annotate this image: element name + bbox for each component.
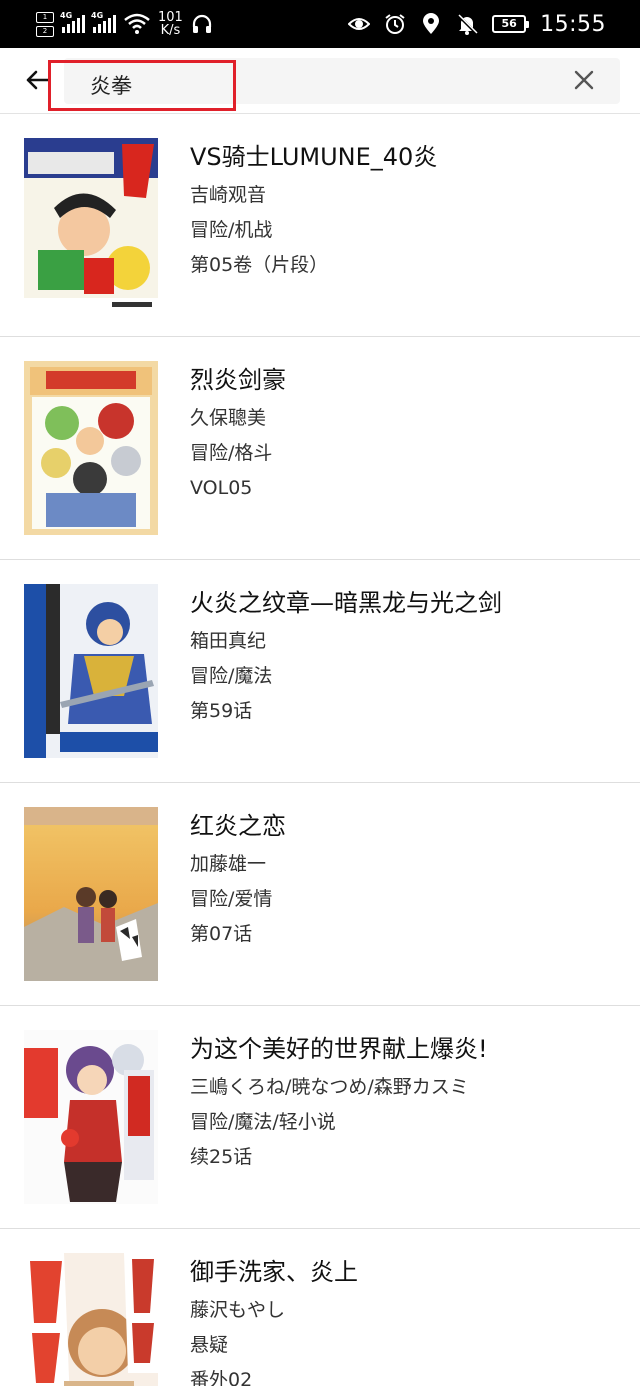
search-query-highlight bbox=[48, 60, 236, 111]
result-item[interactable]: 烈炎剑豪 久保聰美 冒险/格斗 VOL05 bbox=[0, 337, 640, 560]
status-bar-left: 1 2 4G 4G 101 K/s bbox=[36, 8, 213, 40]
search-header: 炎拳 bbox=[0, 48, 640, 114]
manga-cover-mitarai-icon[interactable] bbox=[24, 1253, 158, 1386]
net-speed: 101 K/s bbox=[158, 11, 183, 37]
search-results-list: VS骑士LUMUNE_40炎 吉崎观音 冒险/机战 第05卷（片段） 烈炎剑豪 … bbox=[0, 114, 640, 1386]
network-type-2: 4G bbox=[91, 11, 104, 20]
close-icon bbox=[574, 70, 594, 90]
result-info: 御手洗家、炎上 藤沢もやし 悬疑 番外02 bbox=[190, 1257, 620, 1386]
result-chapter: VOL05 bbox=[190, 477, 253, 499]
result-info: VS骑士LUMUNE_40炎 吉崎观音 冒险/机战 第05卷（片段） bbox=[190, 142, 620, 277]
result-info: 烈炎剑豪 久保聰美 冒险/格斗 VOL05 bbox=[190, 365, 620, 500]
signal-strength-2-icon: 4G bbox=[91, 11, 116, 33]
result-info: 红炎之恋 加藤雄一 冒险/爱情 第07话 bbox=[190, 811, 620, 946]
result-chapter: 第07话 bbox=[190, 923, 253, 945]
sim-2-icon: 2 bbox=[36, 25, 54, 37]
result-title[interactable]: 为这个美好的世界献上爆炎! bbox=[190, 1034, 620, 1064]
result-item[interactable]: 为这个美好的世界献上爆炎! 三嶋くろね/暁なつめ/森野カスミ 冒险/魔法/轻小说… bbox=[0, 1006, 640, 1229]
result-info: 为这个美好的世界献上爆炎! 三嶋くろね/暁なつめ/森野カスミ 冒险/魔法/轻小说… bbox=[190, 1034, 620, 1169]
result-genre: 冒险/机战 bbox=[190, 219, 273, 241]
result-title[interactable]: 烈炎剑豪 bbox=[190, 365, 620, 395]
manga-cover-vs-knight-icon[interactable] bbox=[24, 138, 158, 312]
wifi-icon bbox=[124, 13, 150, 34]
result-title[interactable]: VS骑士LUMUNE_40炎 bbox=[190, 142, 620, 172]
manga-cover-rekka-icon[interactable] bbox=[24, 361, 158, 535]
result-title[interactable]: 火炎之纹章—暗黑龙与光之剑 bbox=[190, 588, 620, 618]
result-title[interactable]: 御手洗家、炎上 bbox=[190, 1257, 620, 1287]
search-query-text[interactable]: 炎拳 bbox=[90, 70, 132, 100]
manga-cover-red-flame-icon[interactable] bbox=[24, 807, 158, 981]
result-item[interactable]: VS骑士LUMUNE_40炎 吉崎观音 冒险/机战 第05卷（片段） bbox=[0, 114, 640, 337]
battery-icon: 56 bbox=[492, 15, 530, 33]
result-chapter: 番外02 bbox=[190, 1369, 253, 1386]
result-author: 藤沢もやし bbox=[190, 1299, 286, 1321]
result-genre: 冒险/魔法 bbox=[190, 665, 273, 687]
network-type-1: 4G bbox=[60, 11, 73, 20]
result-genre: 冒险/爱情 bbox=[190, 888, 273, 910]
sim-indicators: 1 2 bbox=[36, 11, 54, 37]
sim-1-icon: 1 bbox=[36, 11, 54, 23]
result-author: 箱田真纪 bbox=[190, 630, 267, 652]
result-author: 久保聰美 bbox=[190, 407, 267, 429]
headset-icon bbox=[192, 14, 211, 33]
net-speed-unit: K/s bbox=[160, 23, 181, 38]
battery-level: 56 bbox=[501, 17, 517, 30]
alarm-icon bbox=[385, 14, 405, 34]
mute-bell-icon bbox=[457, 13, 478, 35]
result-author: 加藤雄一 bbox=[190, 853, 267, 875]
result-genre: 悬疑 bbox=[190, 1334, 229, 1356]
result-genre: 冒险/格斗 bbox=[190, 442, 273, 464]
manga-cover-fire-emblem-icon[interactable] bbox=[24, 584, 158, 758]
result-item[interactable]: 火炎之纹章—暗黑龙与光之剑 箱田真纪 冒险/魔法 第59话 bbox=[0, 560, 640, 783]
eye-icon bbox=[348, 18, 371, 30]
result-item[interactable]: 御手洗家、炎上 藤沢もやし 悬疑 番外02 bbox=[0, 1229, 640, 1386]
status-bar-right: 56 15:55 bbox=[348, 8, 606, 40]
status-bar: 1 2 4G 4G 101 K/s 56 15:55 bbox=[0, 0, 640, 48]
result-genre: 冒险/魔法/轻小说 bbox=[190, 1111, 336, 1133]
result-item[interactable]: 红炎之恋 加藤雄一 冒险/爱情 第07话 bbox=[0, 783, 640, 1006]
result-info: 火炎之纹章—暗黑龙与光之剑 箱田真纪 冒险/魔法 第59话 bbox=[190, 588, 620, 723]
result-author: 吉崎观音 bbox=[190, 184, 267, 206]
result-chapter: 第59话 bbox=[190, 700, 253, 722]
clear-search-button[interactable] bbox=[566, 62, 602, 98]
result-author: 三嶋くろね/暁なつめ/森野カスミ bbox=[190, 1076, 469, 1098]
result-chapter: 第05卷（片段） bbox=[190, 254, 329, 276]
signal-strength-1-icon: 4G bbox=[60, 11, 85, 33]
status-time: 15:55 bbox=[540, 11, 606, 37]
location-icon bbox=[423, 13, 440, 34]
manga-cover-konosuba-icon[interactable] bbox=[24, 1030, 158, 1204]
result-title[interactable]: 红炎之恋 bbox=[190, 811, 620, 841]
result-chapter: 续25话 bbox=[190, 1146, 253, 1168]
